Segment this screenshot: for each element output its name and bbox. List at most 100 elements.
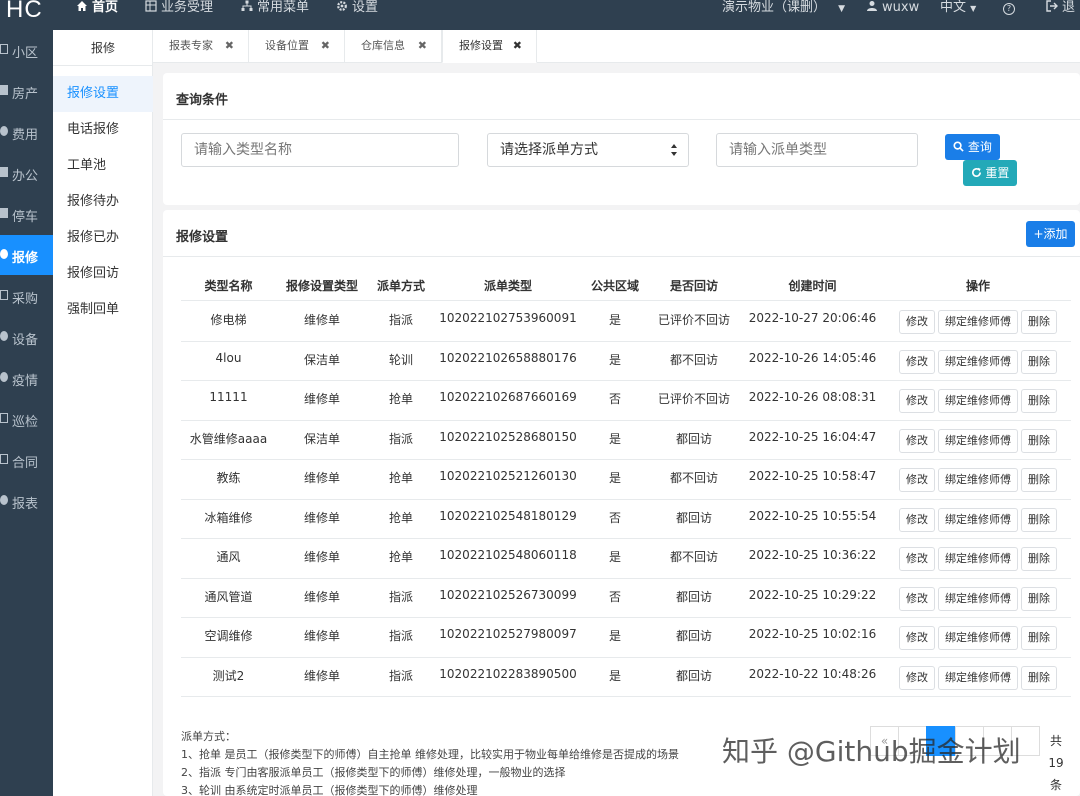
user-label: wuxw [882, 0, 920, 15]
close-icon[interactable]: ✖ [513, 30, 522, 62]
dispatch-method-select[interactable]: 请选择派单方式 [487, 133, 689, 167]
sub-menu: 报修 报修设置 电话报修 工单池 报修待办 报修已办 报修回访 强制回单 [53, 30, 153, 796]
cell-setting-type: 维修单 [303, 392, 340, 406]
bind-technician-button[interactable]: 绑定维修师傅 [938, 547, 1018, 571]
delete-button[interactable]: 删除 [1021, 428, 1057, 453]
notes-line-2: 2、指派 专门由客服派单员工（报修类型下的师傅）维修处理，一般物业的选择 [181, 766, 566, 779]
submenu-item-repair-settings[interactable]: 报修设置 [53, 76, 153, 112]
tab-repair-settings[interactable]: 报修设置 ✖ [442, 30, 537, 63]
community-dropdown[interactable]: 演示物业（课删） ▼ [722, 0, 845, 30]
sidebar-item-report[interactable]: 报表 [0, 481, 53, 521]
sidebar-item-device[interactable]: 设备 [0, 317, 53, 357]
submenu-item-force-close[interactable]: 强制回单 [53, 292, 153, 328]
tab-warehouse-info[interactable]: 仓库信息 ✖ [345, 30, 442, 63]
delete-button[interactable]: 删除 [1021, 586, 1057, 611]
edit-button[interactable]: 修改 [899, 547, 935, 571]
bind-technician-button[interactable]: 绑定维修师傅 [938, 389, 1018, 413]
bind-technician-button[interactable]: 绑定维修师傅 [938, 468, 1018, 492]
cell-dispatch-method: 抢单 [388, 550, 413, 564]
row-divider [181, 380, 1071, 381]
delete-button[interactable]: 删除 [1021, 389, 1057, 413]
reset-button[interactable]: 重置 [963, 160, 1017, 186]
total-suffix: 条 [1049, 778, 1062, 792]
submenu-item-pending[interactable]: 报修待办 [53, 184, 153, 220]
cell-type-name: 11111 [209, 390, 248, 404]
column-header-setting-type: 报修设置类型 [285, 279, 358, 293]
column-header-dispatch-type: 派单类型 [483, 279, 532, 293]
edit-button[interactable]: 修改 [899, 310, 935, 334]
cell-dispatch-type: 102022102548060118 [439, 548, 577, 562]
delete-button[interactable]: 删除 [1021, 547, 1057, 571]
sidebar-item-inspection[interactable]: 巡检 [0, 399, 53, 439]
edit-button[interactable]: 修改 [899, 665, 935, 690]
bind-technician-button[interactable]: 绑定维修师傅 [938, 310, 1018, 334]
watermark: 知乎 @Github掘金计划 [722, 735, 1021, 768]
type-name-input[interactable] [181, 133, 459, 167]
edit-button[interactable]: 修改 [899, 389, 935, 413]
tab-report-expert[interactable]: 报表专家 ✖ [153, 30, 249, 63]
help-button[interactable]: ? [1003, 0, 1015, 30]
edit-button[interactable]: 修改 [899, 586, 935, 611]
delete-button[interactable]: 删除 [1021, 468, 1057, 492]
user-dropdown[interactable]: wuxw [866, 0, 919, 30]
sidebar-item-office[interactable]: 办公 [0, 153, 53, 193]
row-divider [181, 538, 1071, 539]
close-icon[interactable]: ✖ [418, 30, 427, 62]
bind-technician-button[interactable]: 绑定维修师傅 [938, 626, 1018, 650]
notes-title: 派单方式： [181, 730, 236, 743]
delete-button[interactable]: 删除 [1021, 349, 1057, 374]
edit-button[interactable]: 修改 [899, 349, 935, 374]
cell-public-area: 是 [608, 629, 621, 643]
sidebar-item-property[interactable]: 房产 [0, 71, 53, 111]
tab-device-location[interactable]: 设备位置 ✖ [249, 30, 345, 63]
language-dropdown[interactable]: 中文 ▼ [940, 0, 976, 30]
delete-button[interactable]: 删除 [1021, 310, 1057, 334]
sidebar-item-contract[interactable]: 合同 [0, 440, 53, 480]
cell-created-time: 2022-10-25 10:29:22 [748, 587, 877, 602]
nav-home[interactable]: 首页 [76, 0, 118, 30]
sidebar-item-purchase[interactable]: 采购 [0, 276, 53, 316]
submenu-item-revisit[interactable]: 报修回访 [53, 256, 153, 292]
search-button[interactable]: 查询 [945, 134, 1000, 160]
submenu-item-done[interactable]: 报修已办 [53, 220, 153, 256]
cell-type-name: 教练 [216, 471, 241, 485]
submenu-item-phone-repair[interactable]: 电话报修 [53, 112, 153, 148]
tab-label: 报表专家 [169, 39, 213, 52]
close-icon[interactable]: ✖ [225, 30, 234, 62]
row-divider [181, 696, 1071, 697]
nav-business[interactable]: 业务受理 [145, 0, 213, 30]
dispatch-type-input[interactable] [716, 133, 918, 167]
delete-button[interactable]: 删除 [1021, 507, 1057, 532]
app-logo[interactable]: HC [6, 0, 43, 24]
close-icon[interactable]: ✖ [321, 30, 330, 62]
bind-technician-button[interactable]: 绑定维修师傅 [938, 349, 1018, 374]
cell-created-time: 2022-10-25 16:04:47 [748, 429, 877, 444]
cell-setting-type: 维修单 [303, 550, 340, 564]
sidebar-item-epidemic[interactable]: 疫情 [0, 358, 53, 398]
delete-button[interactable]: 删除 [1021, 626, 1057, 650]
tab-label: 报修设置 [459, 39, 503, 52]
nav-settings[interactable]: 设置 [336, 0, 378, 30]
sidebar-item-fee[interactable]: 费用 [0, 112, 53, 152]
user-icon [867, 1, 877, 11]
delete-button[interactable]: 删除 [1021, 665, 1057, 690]
bind-technician-button[interactable]: 绑定维修师傅 [938, 586, 1018, 611]
cell-dispatch-type: 102022102527980097 [439, 627, 577, 641]
sidebar-item-parking[interactable]: 停车 [0, 194, 53, 234]
edit-button[interactable]: 修改 [899, 428, 935, 453]
bind-technician-button[interactable]: 绑定维修师傅 [938, 428, 1018, 453]
submenu-item-order-pool[interactable]: 工单池 [53, 148, 153, 184]
nav-common-menu[interactable]: 常用菜单 [241, 0, 309, 30]
edit-button[interactable]: 修改 [899, 626, 935, 650]
sidebar-item-community[interactable]: 小区 [0, 30, 53, 70]
table-header-divider [181, 300, 1071, 301]
edit-button[interactable]: 修改 [899, 468, 935, 492]
add-button[interactable]: +添加 [1026, 221, 1075, 247]
logout-button[interactable]: 退 [1046, 0, 1075, 30]
bind-technician-button[interactable]: 绑定维修师傅 [938, 665, 1018, 690]
sidebar-item-repair[interactable]: 报修 [0, 235, 53, 275]
bind-technician-button[interactable]: 绑定维修师傅 [938, 507, 1018, 532]
money-icon [0, 126, 8, 136]
edit-button[interactable]: 修改 [899, 507, 935, 532]
cell-created-time: 2022-10-25 10:58:47 [748, 469, 877, 483]
